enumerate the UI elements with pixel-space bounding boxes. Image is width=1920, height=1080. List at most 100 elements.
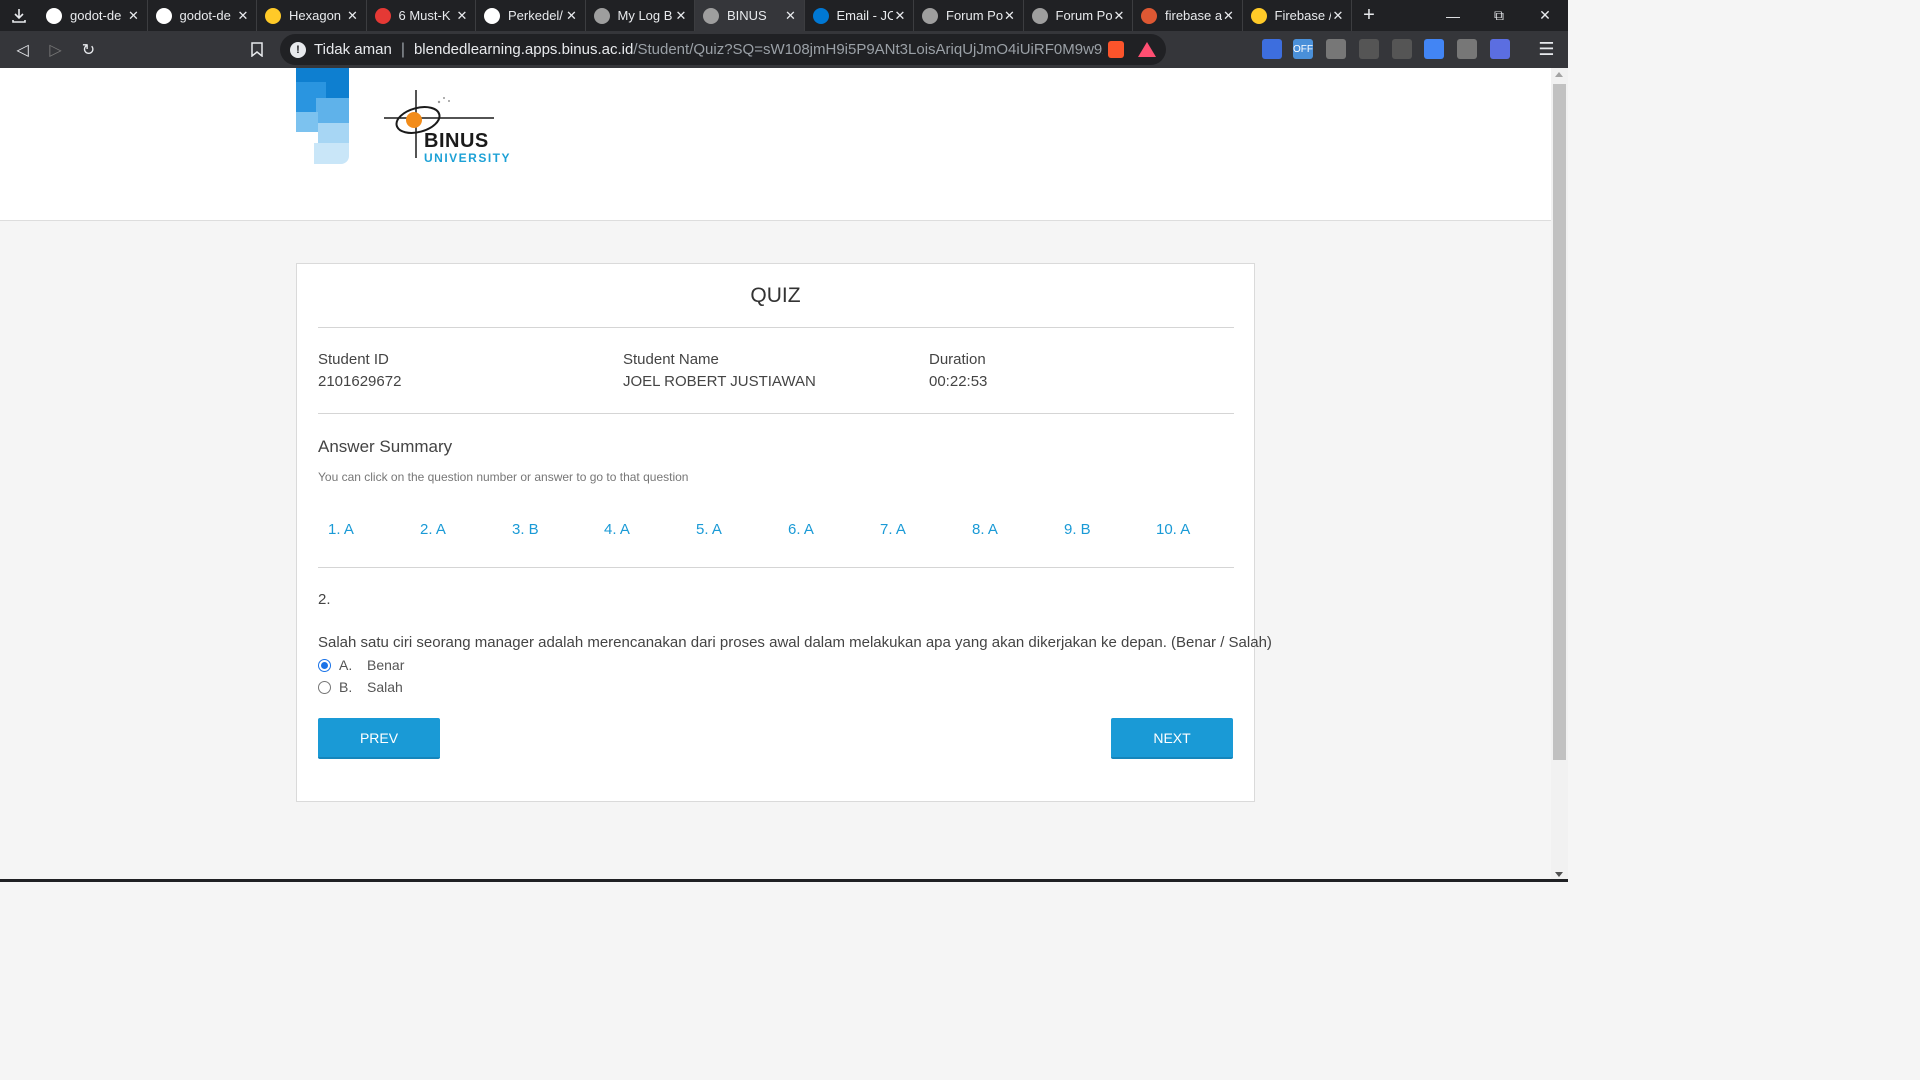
close-tab-icon[interactable]: ✕ [1112, 8, 1126, 24]
scrollbar-thumb[interactable] [1553, 84, 1566, 760]
answer-summary-hint: You can click on the question number or … [318, 470, 689, 484]
browser-tab[interactable]: firebase a ✕ [1133, 0, 1243, 31]
browser-tab[interactable]: Forum Po ✕ [914, 0, 1024, 31]
page-content: BINUS UNIVERSITY QUIZ Student ID 2101629… [0, 68, 1551, 882]
close-tab-icon[interactable]: ✕ [893, 8, 907, 24]
close-tab-icon[interactable]: ✕ [565, 8, 579, 24]
question-number: 2. [318, 591, 331, 608]
bookmark-icon[interactable] [240, 35, 273, 65]
tab-title: Firebase / [1274, 8, 1332, 23]
logo-wordmark: BINUS [424, 130, 489, 152]
tab-title: Hexagon [289, 8, 342, 23]
download-icon[interactable] [0, 0, 38, 31]
option-text[interactable]: Salah [367, 679, 403, 695]
url-host[interactable]: blendedlearning.apps.binus.ac.id [414, 41, 633, 58]
logo-subtitle: UNIVERSITY [424, 151, 512, 165]
binus-icon [1031, 7, 1048, 24]
brave-shields-icon[interactable] [1108, 41, 1124, 58]
close-tab-icon[interactable]: ✕ [1222, 8, 1236, 24]
answer-summary-item[interactable]: 8. A [972, 521, 998, 538]
menu-icon[interactable]: ☰ [1530, 35, 1563, 65]
close-tab-icon[interactable]: ✕ [455, 8, 469, 24]
github-icon [484, 7, 500, 24]
browser-tab[interactable]: BINUS ✕ [695, 0, 805, 31]
translate-ext-icon[interactable] [1424, 39, 1444, 59]
answer-summary-item[interactable]: 1. A [328, 521, 354, 538]
question-text: Salah satu ciri seorang manager adalah m… [318, 634, 1272, 651]
browser-tab-bar: godot-de ✕ godot-de ✕ Hexagon ✕ 6 Must-K ✕ Perke… [0, 0, 1568, 31]
browser-tab[interactable]: Perkedel/✕ [476, 0, 586, 31]
scroll-down-icon[interactable] [1555, 872, 1563, 877]
option-radio[interactable] [318, 658, 331, 672]
close-tab-icon[interactable]: ✕ [1003, 8, 1017, 24]
clock-ext-icon[interactable] [1392, 39, 1412, 59]
binus-icon [703, 7, 719, 24]
student-name-value: JOEL ROBERT JUSTIAWAN [623, 373, 816, 390]
bulb-ext-icon[interactable] [1326, 39, 1346, 59]
option-letter: A. [339, 657, 353, 673]
security-label[interactable]: Tidak aman [314, 41, 392, 58]
option-letter: B. [339, 679, 353, 695]
option-radio[interactable] [318, 680, 331, 694]
close-tab-icon[interactable]: ✕ [784, 8, 798, 24]
answer-option[interactable]: A. Benar [318, 656, 404, 674]
address-bar[interactable]: ! Tidak aman | blendedlearning.apps.binu… [280, 34, 1166, 65]
close-tab-icon[interactable]: ✕ [674, 8, 688, 24]
quiz-card: QUIZ Student ID 2101629672 Student Name … [296, 263, 1272, 802]
answer-summary-item[interactable]: 2. A [420, 521, 446, 538]
answer-summary-item[interactable]: 9. B [1064, 521, 1091, 538]
close-tab-icon[interactable]: ✕ [236, 8, 250, 24]
forward-icon[interactable]: ▷ [39, 35, 72, 65]
close-tab-icon[interactable]: ✕ [127, 8, 141, 24]
student-name-label: Student Name [623, 351, 719, 368]
answer-summary-item[interactable]: 6. A [788, 521, 814, 538]
firebase-icon [1250, 7, 1267, 24]
back-icon[interactable]: ◁ [6, 35, 39, 65]
shield-ext-icon[interactable] [1262, 39, 1282, 59]
option-text[interactable]: Benar [367, 657, 404, 673]
reload-icon[interactable]: ↻ [72, 35, 105, 65]
browser-tab[interactable]: Hexagon ✕ [257, 0, 367, 31]
divider [318, 567, 1234, 568]
duration-label: Duration [929, 351, 986, 368]
answer-summary-item[interactable]: 7. A [880, 521, 906, 538]
browser-tab[interactable]: Firebase / ✕ [1243, 0, 1352, 31]
browser-tab[interactable]: Forum Po ✕ [1024, 0, 1133, 31]
close-window-icon[interactable]: ✕ [1522, 0, 1568, 31]
page-title: QUIZ [750, 284, 801, 307]
brave-rewards-icon[interactable] [1138, 42, 1156, 57]
answer-summary-item[interactable]: 5. A [696, 521, 722, 538]
divider [318, 327, 1234, 328]
minimize-icon[interactable]: — [1430, 0, 1476, 31]
page-scrollbar[interactable] [1551, 68, 1568, 882]
browser-tab[interactable]: My Log B ✕ [586, 0, 695, 31]
keyboard-ext-icon[interactable] [1457, 39, 1477, 59]
omega-ext-icon[interactable] [1359, 39, 1379, 59]
tab-title: firebase a [1165, 8, 1222, 23]
cursor-ext-icon[interactable] [1490, 39, 1510, 59]
tab-title: BINUS [727, 8, 767, 23]
off-ext-icon[interactable]: OFF [1293, 39, 1313, 59]
new-tab-button[interactable]: + [1352, 4, 1386, 27]
browser-tab[interactable]: godot-de ✕ [38, 0, 148, 31]
scroll-up-icon[interactable] [1555, 72, 1563, 77]
browser-tab[interactable]: 6 Must-K ✕ [367, 0, 476, 31]
answer-summary-item[interactable]: 10. A [1156, 521, 1190, 538]
window-bottom-edge [0, 879, 1568, 882]
answer-summary-title: Answer Summary [318, 437, 453, 456]
prev-button[interactable]: PREV [318, 718, 440, 759]
close-tab-icon[interactable]: ✕ [346, 8, 360, 24]
not-secure-icon[interactable]: ! [290, 41, 306, 58]
answer-summary-item[interactable]: 4. A [604, 521, 630, 538]
close-tab-icon[interactable]: ✕ [1331, 8, 1345, 24]
browser-toolbar: ◁ ▷ ↻ ! Tidak aman | blendedlearning.app… [0, 31, 1568, 68]
tab-title: Perkedel/ [508, 8, 563, 23]
answer-summary-item[interactable]: 3. B [512, 521, 539, 538]
next-button[interactable]: NEXT [1111, 718, 1233, 759]
restore-icon[interactable]: ⧉ [1476, 0, 1522, 31]
site-header: BINUS UNIVERSITY [0, 68, 1551, 221]
answer-option[interactable]: B. Salah [318, 678, 403, 696]
url-path[interactable]: /Student/Quiz?SQ=sW108jmH9i5P9ANt3LoisAr… [633, 41, 1103, 58]
browser-tab[interactable]: godot-de ✕ [148, 0, 257, 31]
browser-tab[interactable]: Email - JC ✕ [805, 0, 914, 31]
